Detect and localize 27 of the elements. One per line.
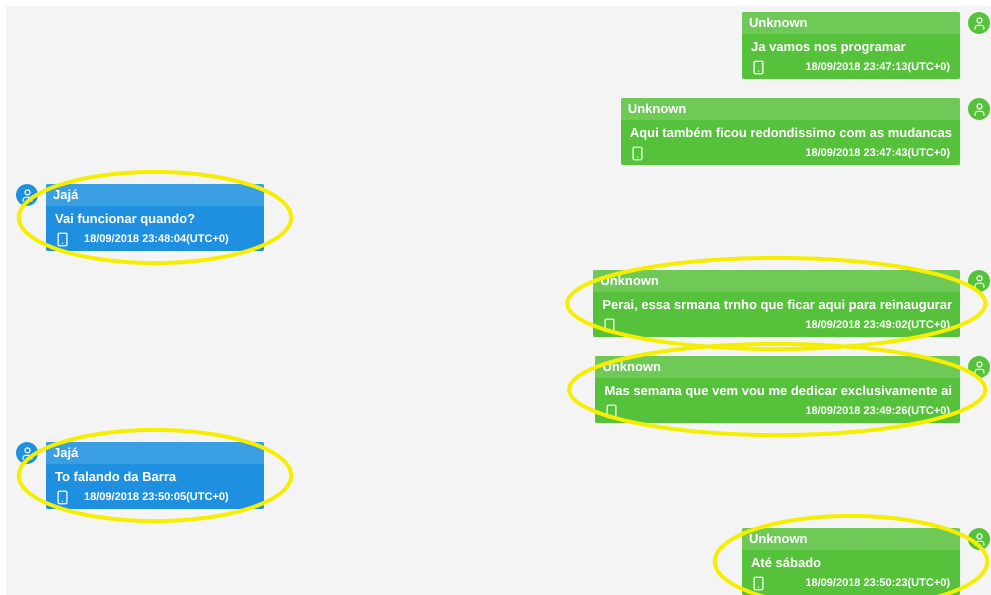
timestamp: 18/09/2018 23:50:23(UTC+0) [805, 576, 950, 591]
phone-icon [751, 576, 766, 590]
message-text: Vai funcionar quando? [54, 210, 196, 228]
timestamp: 18/09/2018 23:47:43(UTC+0) [805, 146, 950, 161]
phone-icon [602, 318, 618, 332]
sender-name: Unknown [742, 528, 960, 550]
phone-icon [55, 490, 70, 504]
sender-name: Jajá [46, 184, 264, 206]
phone-icon [55, 232, 70, 246]
message-text: Ja vamos nos programar [750, 38, 907, 56]
timestamp: 18/09/2018 23:47:13(UTC+0) [805, 60, 950, 75]
timestamp: 18/09/2018 23:49:26(UTC+0) [805, 404, 950, 419]
timestamp: 18/09/2018 23:48:04(UTC+0) [84, 232, 229, 247]
timestamp: 18/09/2018 23:49:02(UTC+0) [805, 318, 950, 333]
message-text: Aqui também ficou redondissimo com as mudancas [628, 124, 953, 142]
sender-name: Unknown [620, 98, 960, 120]
phone-icon [604, 404, 620, 418]
message-text: Até sábado [750, 554, 822, 572]
sender-name: Unknown [595, 356, 960, 378]
message-text: To falando da Barra [54, 468, 178, 486]
message-text: Mas semana que vem vou me dedicar exclusivamente ai [603, 382, 953, 400]
phone-icon [630, 146, 645, 160]
sender-name: Jajá [46, 442, 264, 464]
message-text: Perai, essa srmana trnho que ficar aqui para reinaugurar [601, 296, 953, 314]
phone-icon [751, 60, 766, 74]
timestamp: 18/09/2018 23:50:05(UTC+0) [84, 490, 229, 505]
sender-name: Unknown [742, 12, 960, 34]
